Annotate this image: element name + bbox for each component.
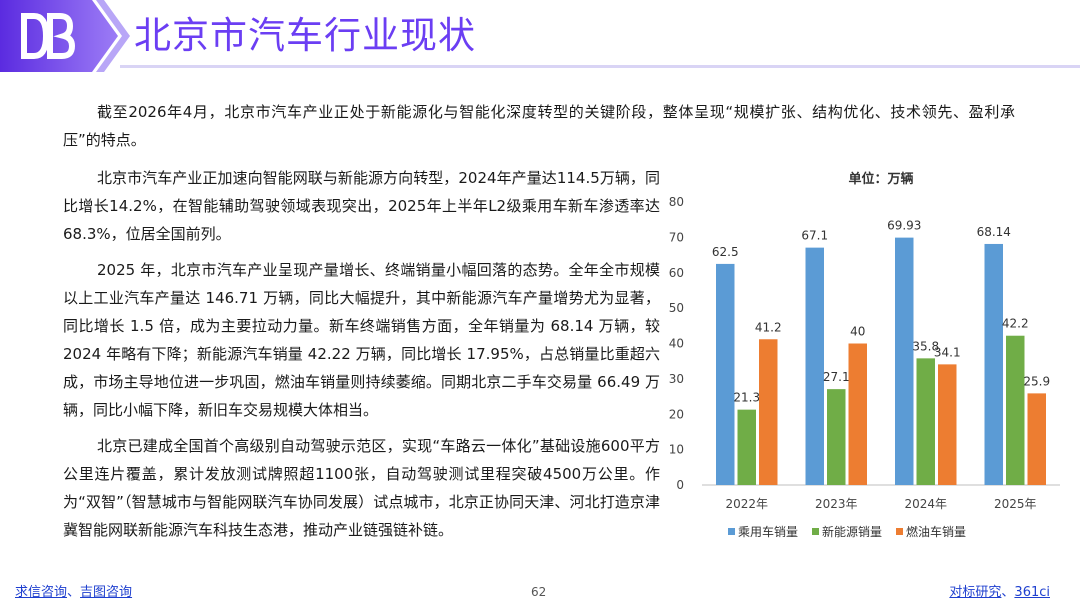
- bar-1: [1006, 335, 1025, 485]
- bar-value-label: 68.14: [977, 225, 1011, 239]
- bar-value-label: 69.93: [887, 219, 921, 233]
- bar-value-label: 25.9: [1023, 374, 1050, 388]
- db-logo-icon: [21, 13, 76, 59]
- x-category-label: 2025年: [994, 497, 1037, 511]
- y-tick-label: 30: [669, 372, 684, 386]
- bar-value-label: 21.3: [733, 391, 760, 405]
- bar-value-label: 67.1: [801, 229, 828, 243]
- bar-1: [737, 409, 756, 485]
- bar-0: [716, 263, 735, 485]
- bar-2: [848, 343, 867, 485]
- bar-value-label: 62.5: [712, 245, 739, 259]
- page-title: 北京市汽车行业现状: [134, 14, 476, 57]
- sales-bar-chart: 单位：万辆 0 10 20 30 40 50 60 70 80 62.5 21.3 41.2 2022年 6…: [662, 160, 1072, 550]
- sales-2025-paragraph: 2025 年，北京市汽车产业呈现产量增长、终端销量小幅回落的态势。全年全市规模以…: [63, 261, 660, 419]
- intro-paragraph: 截至2026年4月，北京市汽车产业正处于新能源化与智能化深度转型的关键阶段，整体…: [63, 103, 1015, 149]
- y-tick-label: 20: [669, 407, 684, 421]
- bar-2: [938, 364, 957, 485]
- legend-label: 新能源销量: [822, 524, 882, 539]
- y-tick-label: 80: [669, 195, 684, 209]
- bar-value-label: 27.1: [823, 370, 850, 384]
- bar-2: [759, 339, 778, 485]
- legend-swatch: [896, 528, 903, 535]
- transformation-paragraph: 北京市汽车产业正加速向智能网联与新能源方向转型，2024年产量达114.5万辆，…: [63, 169, 660, 243]
- bar-value-label: 42.2: [1002, 317, 1029, 331]
- x-category-label: 2023年: [815, 497, 858, 511]
- bar-0: [805, 247, 824, 485]
- bar-1: [916, 358, 935, 485]
- header-divider: [120, 65, 1080, 68]
- y-tick-label: 10: [669, 443, 684, 457]
- bar-value-label: 40: [850, 325, 865, 339]
- bar-0: [984, 243, 1003, 485]
- footer-right-separator: 、: [1001, 585, 1015, 600]
- bar-1: [827, 389, 846, 485]
- footer-right-links: 对标研究、361ci: [949, 581, 1050, 600]
- footer-left-separator: 、: [67, 585, 81, 600]
- bar-value-label: 34.1: [934, 345, 961, 359]
- bar-0: [895, 237, 914, 485]
- chart-title: 单位：万辆: [848, 171, 913, 187]
- legend-label: 燃油车销量: [906, 524, 966, 539]
- footer-link-benchmark[interactable]: 对标研究: [949, 585, 1001, 600]
- footer-left-links: 求信咨询、吉图咨询: [15, 581, 132, 600]
- y-tick-label: 70: [669, 230, 684, 244]
- y-tick-label: 0: [676, 478, 684, 492]
- y-tick-label: 60: [669, 266, 684, 280]
- autonomous-driving-paragraph: 北京已建成全国首个高级别自动驾驶示范区，实现“车路云一体化”基础设施600平方公…: [63, 437, 660, 539]
- legend-label: 乘用车销量: [738, 524, 798, 539]
- bar-2: [1027, 393, 1046, 485]
- legend-swatch: [812, 528, 819, 535]
- footer-link-qiuxin[interactable]: 求信咨询: [15, 585, 67, 600]
- y-tick-label: 50: [669, 301, 684, 315]
- slide-header: 北京市汽车行业现状: [0, 0, 1080, 72]
- x-category-label: 2022年: [725, 497, 768, 511]
- footer-link-jitu[interactable]: 吉图咨询: [80, 585, 132, 600]
- footer-link-361ci[interactable]: 361ci: [1014, 585, 1050, 600]
- page-number: 62: [531, 585, 547, 599]
- y-tick-label: 40: [669, 337, 684, 351]
- x-category-label: 2024年: [904, 497, 947, 511]
- bar-chart-svg: 单位：万辆 0 10 20 30 40 50 60 70 80 62.5 21.3 41.2 2022年 6…: [669, 171, 1060, 539]
- bar-value-label: 41.2: [755, 320, 782, 334]
- legend-swatch: [728, 528, 735, 535]
